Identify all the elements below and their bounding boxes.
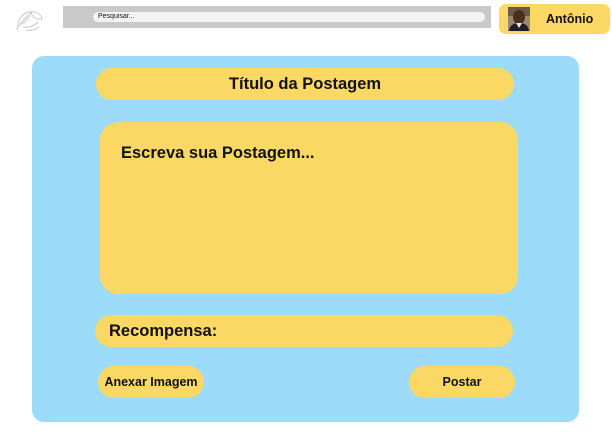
post-title-placeholder: Título da Postagem — [228, 74, 382, 93]
post-form-panel: Título da Postagem Escreva sua Postagem.… — [32, 56, 579, 422]
page: Antônio Título da Postagem Escreva sua P… — [0, 0, 612, 433]
post-button[interactable]: Postar — [409, 366, 515, 398]
search-bar — [63, 6, 491, 28]
user-avatar[interactable] — [508, 7, 530, 31]
user-name: Antônio — [546, 12, 594, 26]
attach-image-button-label: Anexar Imagem — [104, 375, 198, 389]
post-button-label: Postar — [442, 375, 482, 389]
reward-label: Recompensa: — [109, 322, 218, 340]
attach-image-button[interactable]: Anexar Imagem — [98, 366, 204, 398]
leaf-logo-icon[interactable] — [14, 6, 46, 34]
user-profile-button[interactable]: Antônio — [499, 4, 610, 34]
search-input[interactable] — [93, 12, 485, 22]
post-title-input[interactable]: Título da Postagem — [96, 68, 514, 100]
post-body-textarea[interactable]: Escreva sua Postagem... — [100, 122, 518, 294]
reward-input[interactable]: Recompensa: — [95, 315, 513, 347]
post-body-placeholder: Escreva sua Postagem... — [121, 144, 315, 162]
